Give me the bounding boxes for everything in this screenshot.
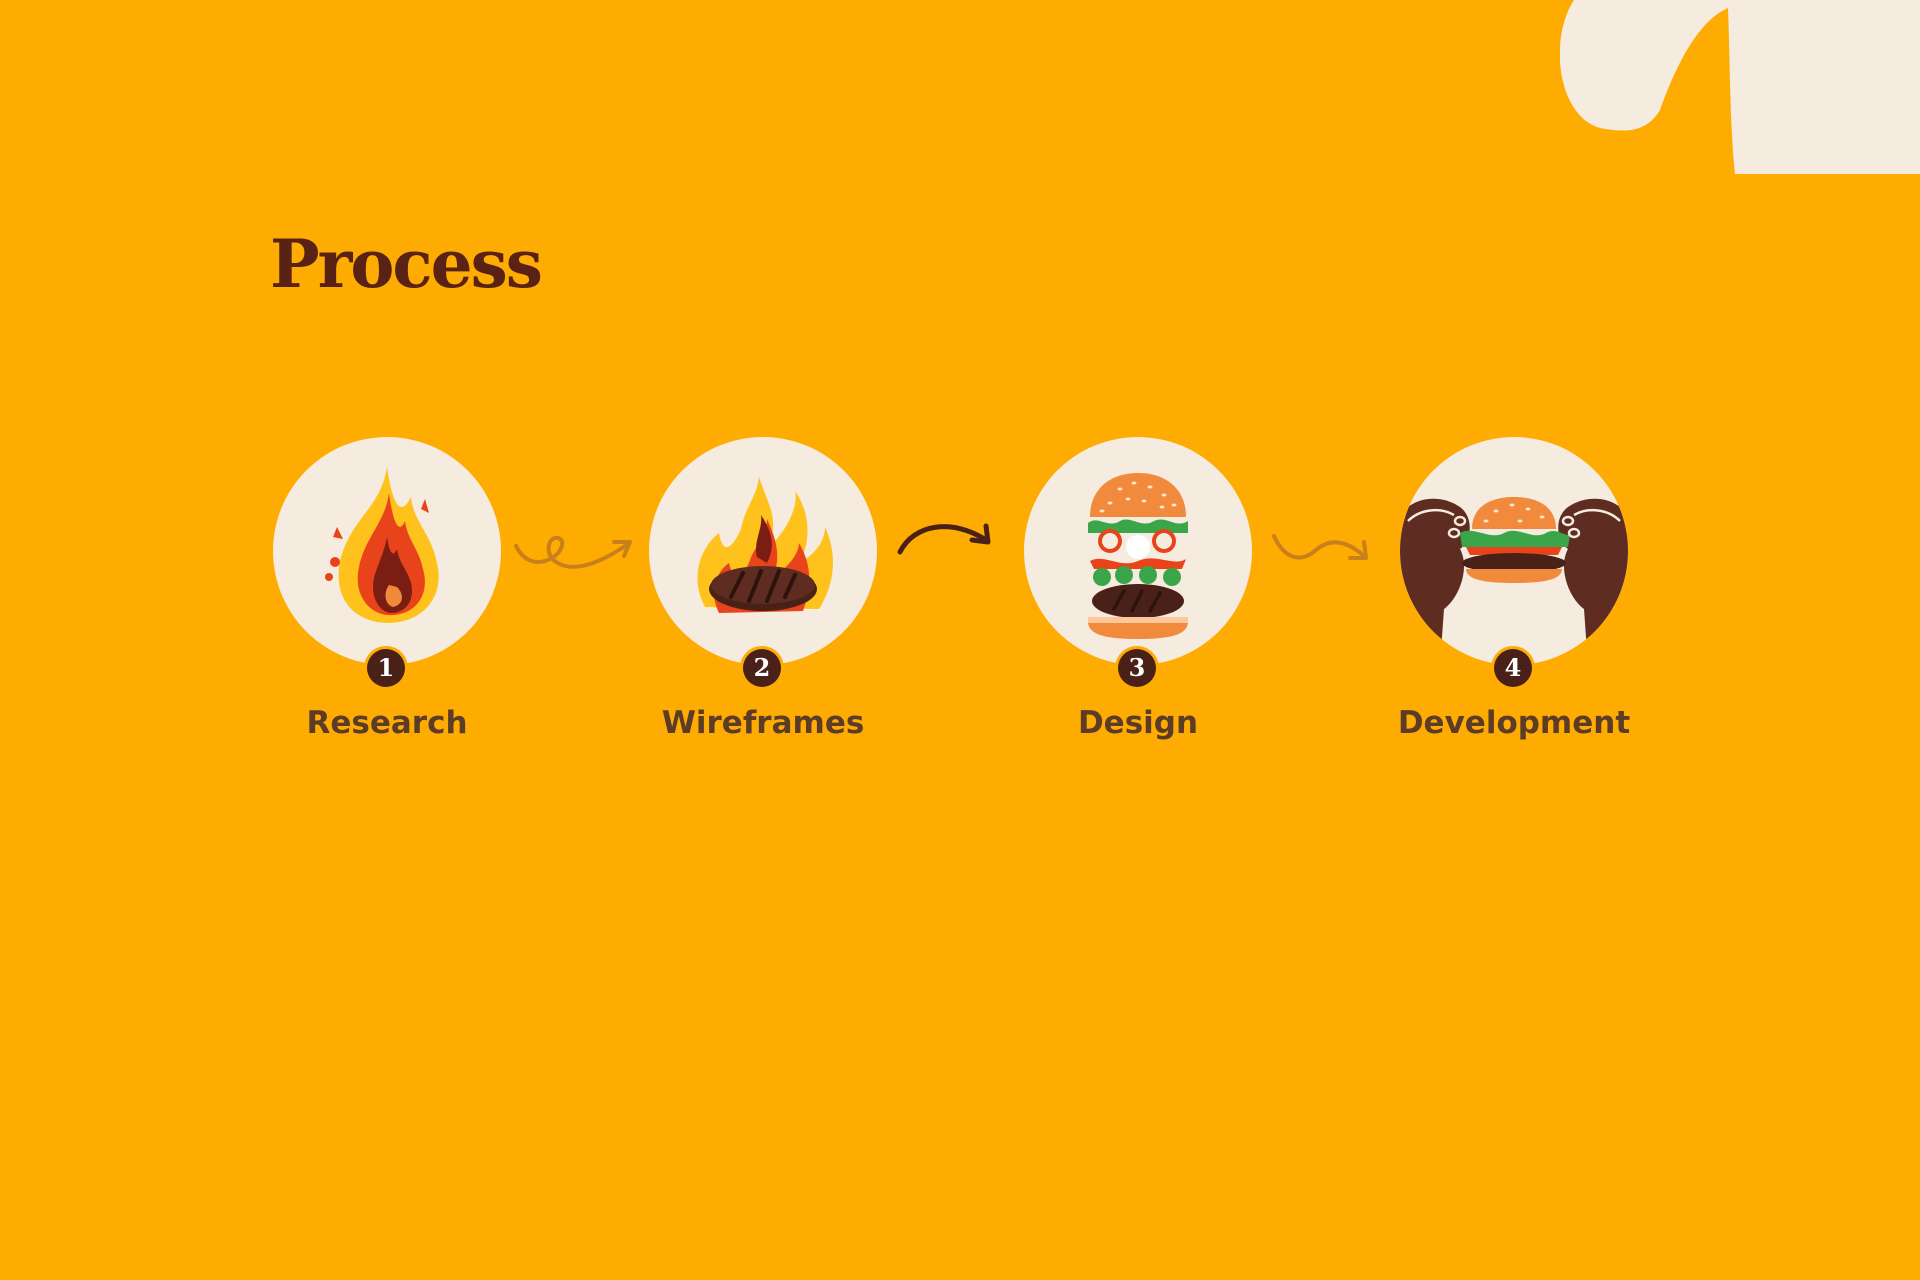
squiggle-arrow-icon	[514, 535, 632, 569]
step-number-badge: 4	[1494, 649, 1532, 687]
step-circle	[1024, 437, 1252, 665]
curved-arrow-icon	[897, 523, 991, 555]
step-number-badge: 1	[367, 649, 405, 687]
step-label: Design	[1077, 705, 1199, 741]
stacked-burger-icon	[1088, 473, 1188, 639]
step-development: 4 Development	[1398, 437, 1630, 741]
step-circle	[649, 437, 877, 665]
grilled-patty-icon	[697, 477, 833, 613]
fire-icon	[325, 467, 439, 623]
process-steps: 1 Research 2 Wireframes 3 Design 4 Devel…	[0, 0, 1920, 1280]
step-circle	[1400, 437, 1628, 665]
step-label: Development	[1397, 705, 1631, 741]
step-wireframes: 2 Wireframes	[649, 437, 877, 741]
step-research: 1 Research	[273, 437, 501, 741]
step-design: 3 Design	[1024, 437, 1252, 741]
step-label: Research	[306, 705, 468, 741]
hands-holding-burger-icon	[1400, 497, 1628, 665]
wavy-arrow-icon	[1272, 534, 1368, 560]
step-number-badge: 3	[1118, 649, 1156, 687]
step-number-badge: 2	[743, 649, 781, 687]
step-circle	[273, 437, 501, 665]
step-label: Wireframes	[661, 705, 865, 741]
